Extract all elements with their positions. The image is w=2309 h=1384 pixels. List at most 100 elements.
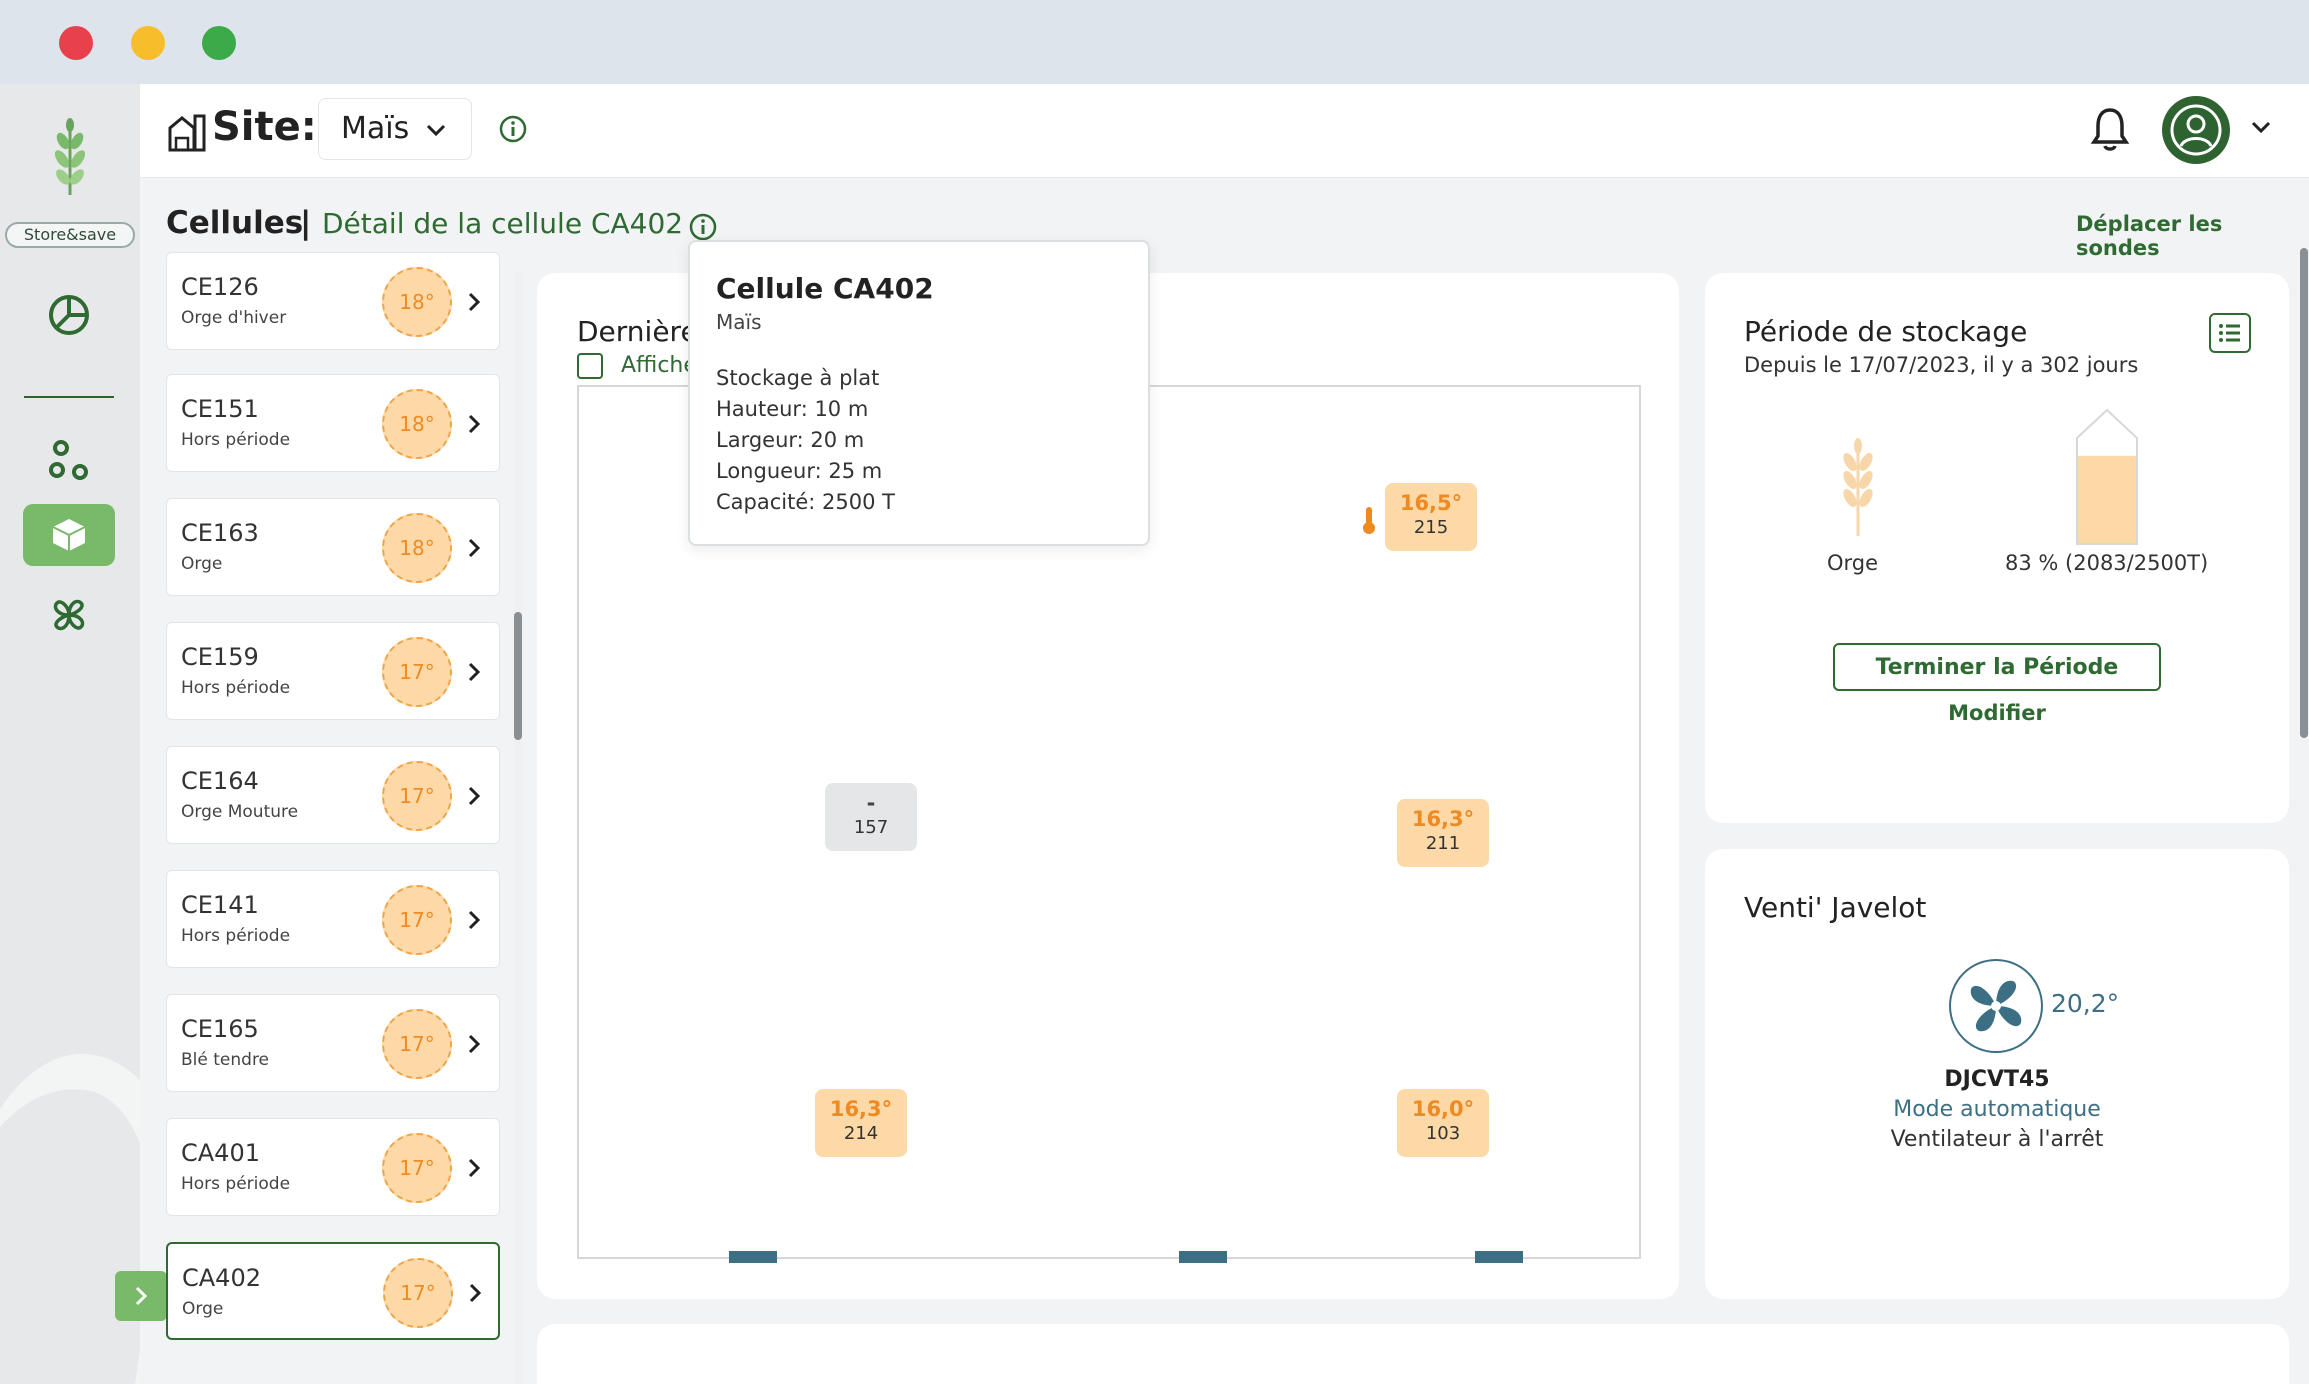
cell-temperature-badge: 18°: [382, 267, 452, 337]
chevron-right-icon: [468, 910, 481, 930]
sidebar-item-cells[interactable]: [23, 504, 115, 566]
show-checkbox[interactable]: [577, 353, 603, 379]
ventilation-card: Venti' Javelot 20,2° DJCVT45 Mode automa…: [1705, 849, 2289, 1299]
ventilation-duct-marker: [1475, 1251, 1523, 1263]
cell-name: CE164: [181, 767, 259, 795]
cell-card-ce163[interactable]: CE163 Orge 18°: [166, 498, 500, 596]
cell-temperature-badge: 18°: [382, 389, 452, 459]
cell-temperature-badge: 18°: [382, 513, 452, 583]
probe-id: 157: [853, 817, 889, 838]
user-menu-chevron-icon[interactable]: [2250, 120, 2272, 134]
tooltip-width: Largeur: 20 m: [716, 428, 865, 452]
cell-info-tooltip: Cellule CA402 Maïs Stockage à plat Haute…: [688, 240, 1150, 546]
cell-temperature-badge: 17°: [382, 1009, 452, 1079]
cell-card-ce165[interactable]: CE165 Blé tendre 17°: [166, 994, 500, 1092]
notification-bell-icon[interactable]: [2090, 106, 2130, 152]
cell-card-ce164[interactable]: CE164 Orge Mouture 17°: [166, 746, 500, 844]
tooltip-storage: Stockage à plat: [716, 366, 880, 390]
chevron-right-icon: [468, 786, 481, 806]
probe-211[interactable]: 16,3° 211: [1397, 799, 1489, 867]
site-select[interactable]: Maïs: [318, 98, 472, 160]
cell-status: Orge d'hiver: [181, 308, 287, 328]
cell-status: Orge: [182, 1299, 224, 1319]
storage-period-card: Période de stockage Depuis le 17/07/2023…: [1705, 273, 2289, 823]
user-avatar[interactable]: [2162, 96, 2230, 164]
cell-status: Hors période: [181, 678, 291, 698]
site-label: Site:: [212, 104, 317, 150]
chevron-right-icon: [468, 414, 481, 434]
cell-box-icon: [52, 519, 86, 551]
bottom-panel: [537, 1324, 2289, 1384]
cell-card-ce151[interactable]: CE151 Hors période 18°: [166, 374, 500, 472]
thermometer-icon: [1363, 507, 1375, 534]
cell-card-ce141[interactable]: CE141 Hors période 17°: [166, 870, 500, 968]
probe-temperature: 16,0°: [1411, 1097, 1475, 1121]
cell-name: CE141: [181, 891, 259, 919]
fill-level-text: 83 % (2083/2500T): [2005, 551, 2209, 575]
cell-list-scroll-thumb[interactable]: [514, 612, 522, 740]
grain-type: Orge: [1827, 551, 1879, 575]
modify-period-link[interactable]: Modifier: [1705, 701, 2289, 725]
cell-temperature-badge: 17°: [383, 1258, 453, 1328]
cell-info-icon[interactable]: [688, 212, 718, 242]
probe-214[interactable]: 16,3° 214: [815, 1089, 907, 1157]
sidebar-item-dashboard[interactable]: [23, 284, 115, 346]
ventilation-duct-marker: [729, 1251, 777, 1263]
breadcrumb-section[interactable]: Cellules: [166, 205, 303, 241]
probe-103[interactable]: 16,0° 103: [1397, 1089, 1489, 1157]
cell-name: CE151: [181, 395, 259, 423]
logo-text: Store&save: [5, 222, 135, 248]
sidebar-item-network[interactable]: [23, 429, 115, 491]
page-scrollbar[interactable]: [2300, 248, 2308, 738]
period-history-button[interactable]: [2209, 313, 2251, 353]
chevron-right-icon: [468, 1158, 481, 1178]
period-since: Depuis le 17/07/2023, il y a 302 jours: [1744, 353, 2139, 377]
chevron-right-icon: [469, 1283, 482, 1303]
probe-map-title: Dernière: [577, 315, 698, 348]
ventilation-icon: [53, 599, 85, 631]
tooltip-title: Cellule CA402: [716, 272, 934, 305]
farm-building-icon: [168, 114, 206, 152]
cell-card-ce126[interactable]: CE126 Orge d'hiver 18°: [166, 252, 500, 350]
sidebar: Store&save: [0, 84, 140, 1384]
silo-fill-gauge: [2076, 408, 2138, 545]
cell-status: Orge Mouture: [181, 802, 299, 822]
chevron-right-icon: [468, 538, 481, 558]
window-maximize-button[interactable]: [202, 26, 236, 60]
fan-status-button[interactable]: [1949, 959, 2043, 1053]
probe-temperature: 16,3°: [1411, 807, 1475, 831]
window-titlebar: [0, 0, 2309, 84]
top-header: Site: Maïs: [140, 84, 2309, 178]
cell-status: Hors période: [181, 926, 291, 946]
show-checkbox-label[interactable]: Affiche: [621, 353, 697, 378]
ventilation-duct-marker: [1179, 1251, 1227, 1263]
cell-list-scrollbar[interactable]: [514, 272, 522, 1384]
probe-215[interactable]: 16,5° 215: [1385, 483, 1477, 551]
move-probes-link[interactable]: Déplacer les sondes: [2076, 212, 2309, 260]
breadcrumb-separator: |: [300, 205, 312, 241]
cell-status: Blé tendre: [181, 1050, 270, 1070]
probe-157[interactable]: - 157: [825, 783, 917, 851]
cell-card-ce159[interactable]: CE159 Hors période 17°: [166, 622, 500, 720]
sidebar-item-ventilation[interactable]: [23, 584, 115, 646]
window-minimize-button[interactable]: [131, 26, 165, 60]
cell-card-ca401[interactable]: CA401 Hors période 17°: [166, 1118, 500, 1216]
chevron-right-icon: [468, 292, 481, 312]
breadcrumb-detail: Détail de la cellule CA402: [322, 207, 684, 240]
cell-card-ca402[interactable]: CA402 Orge 17°: [166, 1242, 500, 1340]
probe-id: 103: [1425, 1123, 1461, 1144]
fan-status: Ventilateur à l'arrêt: [1890, 1127, 2104, 1152]
wheat-grain-icon: [1843, 438, 1873, 536]
probe-temperature: 16,5°: [1399, 491, 1463, 515]
app-logo[interactable]: Store&save: [5, 109, 135, 248]
expand-sidebar-button[interactable]: [115, 1271, 167, 1321]
chevron-right-icon: [468, 662, 481, 682]
fan-mode[interactable]: Mode automatique: [1705, 1097, 2289, 1122]
chevron-down-icon: [426, 124, 446, 137]
window-close-button[interactable]: [59, 26, 93, 60]
site-info-icon[interactable]: [498, 114, 528, 144]
probe-temperature: -: [866, 791, 876, 815]
end-period-button[interactable]: Terminer la Période: [1833, 643, 2161, 691]
fan-icon: [1970, 980, 2022, 1032]
list-icon: [2219, 324, 2240, 342]
